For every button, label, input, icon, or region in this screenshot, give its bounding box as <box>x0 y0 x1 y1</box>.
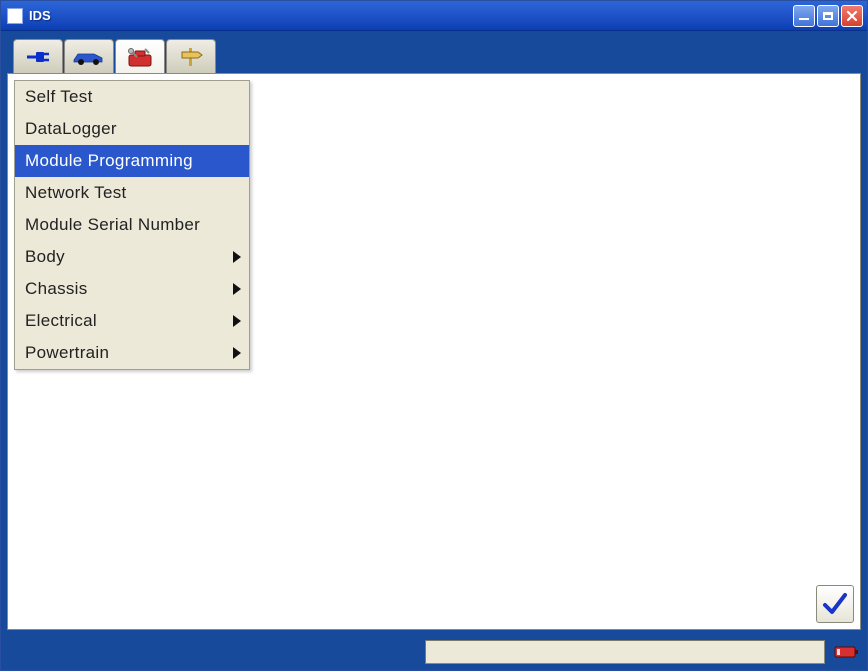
menu-item-label: Powertrain <box>25 343 109 363</box>
menu-item-label: Electrical <box>25 311 97 331</box>
signpost-icon <box>178 46 204 68</box>
titlebar: IDS <box>1 1 867 31</box>
car-icon <box>72 48 106 66</box>
menu-item-label: Network Test <box>25 183 127 203</box>
app-window: IDS <box>0 0 868 671</box>
tab-toolbox[interactable] <box>115 39 165 73</box>
submenu-arrow-icon <box>233 251 241 263</box>
menu-item-network-test[interactable]: Network Test <box>15 177 249 209</box>
toolbar <box>7 37 861 73</box>
menu-item-label: Chassis <box>25 279 88 299</box>
submenu-arrow-icon <box>233 283 241 295</box>
status-text-well <box>425 640 825 664</box>
menu-item-label: Module Serial Number <box>25 215 200 235</box>
menu-item-electrical[interactable]: Electrical <box>15 305 249 337</box>
menu-item-body[interactable]: Body <box>15 241 249 273</box>
menu-item-module-programming[interactable]: Module Programming <box>15 145 249 177</box>
statusbar <box>1 636 867 670</box>
minimize-button[interactable] <box>793 5 815 27</box>
toolbox-icon <box>125 45 155 69</box>
window-title: IDS <box>29 8 51 23</box>
menu-item-chassis[interactable]: Chassis <box>15 273 249 305</box>
menu-item-module-serial-number[interactable]: Module Serial Number <box>15 209 249 241</box>
tab-car[interactable] <box>64 39 114 73</box>
menu-item-label: DataLogger <box>25 119 117 139</box>
menu-item-self-test[interactable]: Self Test <box>15 81 249 113</box>
menu-item-label: Self Test <box>25 87 93 107</box>
menu-item-label: Module Programming <box>25 151 193 171</box>
plug-icon <box>24 46 52 68</box>
menu-item-powertrain[interactable]: Powertrain <box>15 337 249 369</box>
client-area: Self Test DataLogger Module Programming … <box>1 31 867 636</box>
maximize-button[interactable] <box>817 5 839 27</box>
context-menu: Self Test DataLogger Module Programming … <box>14 80 250 370</box>
battery-indicator <box>833 641 861 663</box>
confirm-button[interactable] <box>816 585 854 623</box>
battery-icon <box>834 644 860 660</box>
tab-signpost[interactable] <box>166 39 216 73</box>
content-panel: Self Test DataLogger Module Programming … <box>7 73 861 630</box>
submenu-arrow-icon <box>233 315 241 327</box>
tab-plug[interactable] <box>13 39 63 73</box>
menu-item-label: Body <box>25 247 65 267</box>
close-button[interactable] <box>841 5 863 27</box>
menu-item-datalogger[interactable]: DataLogger <box>15 113 249 145</box>
submenu-arrow-icon <box>233 347 241 359</box>
check-icon <box>821 590 849 618</box>
app-icon <box>7 8 23 24</box>
